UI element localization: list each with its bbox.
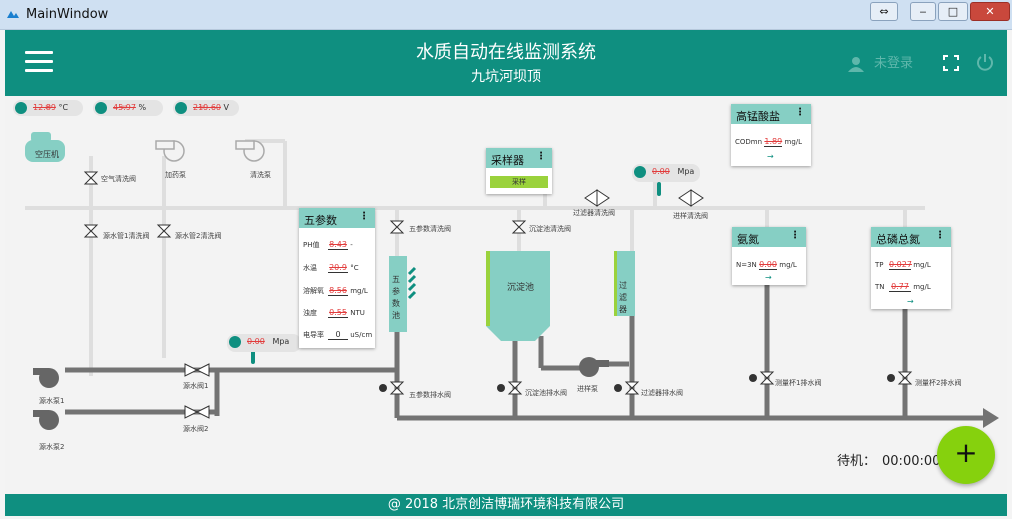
- sampler-status[interactable]: 采样: [490, 176, 548, 188]
- tptn-header: 总磷总氮 ⋮: [871, 227, 951, 247]
- ammonia-title: 氨氮: [737, 233, 759, 246]
- arrow-right-icon[interactable]: →: [767, 152, 774, 161]
- pipe2-valve-label[interactable]: 源水管2清洗阀: [175, 231, 221, 241]
- arrow-right-icon[interactable]: →: [765, 273, 772, 282]
- sample-clean-label[interactable]: 进样清洗阀: [673, 211, 708, 221]
- more-icon[interactable]: ⋮: [536, 151, 546, 162]
- air-valve-label[interactable]: 空气清洗阀: [101, 174, 136, 184]
- five-param-card: 五参数 ⋮ PH值 8.43 - 水温 20.9 °C 溶解氧 8.56 mg/L 浊度…: [299, 208, 375, 348]
- droplet-icon: [95, 102, 107, 114]
- login-button[interactable]: 未登录: [848, 52, 913, 72]
- power-icon[interactable]: [976, 53, 994, 71]
- gauge-icon: [229, 336, 241, 348]
- more-icon[interactable]: ⋮: [935, 230, 945, 241]
- add-button[interactable]: +: [937, 426, 995, 484]
- sediment-drain-label[interactable]: 沉淀池排水阀: [525, 388, 567, 398]
- voltage-chip: 电压 219.60 V: [173, 100, 239, 116]
- sampler-title: 采样器: [491, 154, 524, 167]
- temp-chip: 温度 12.89 °C: [13, 100, 83, 116]
- more-icon[interactable]: ⋮: [790, 230, 800, 241]
- pressure-gauge-1: 0.00 Mpa: [227, 334, 301, 352]
- app-icon: [7, 11, 19, 18]
- gauge-icon: [634, 166, 646, 178]
- permanganate-card: 高锰酸盐 ⋮ CODmn 1.89 mg/L →: [731, 104, 811, 166]
- cup1-drain-label[interactable]: 测量杯1排水阀: [775, 378, 821, 388]
- ammonia-card: 氨氮 ⋮ N=3N 0.00 mg/L →: [732, 227, 806, 285]
- sampler-card: 采样器 ⋮ 采样: [486, 148, 552, 194]
- pressure-gauge-2: 0.00 Mpa: [632, 164, 700, 182]
- login-label: 未登录: [874, 56, 914, 71]
- five-param-row: PH值 8.43 -: [303, 240, 353, 250]
- fullscreen-icon[interactable]: [943, 55, 959, 71]
- tp-row: TP 0.027 mg/L: [875, 260, 931, 270]
- sediment-tank-label: 沉淀池: [507, 283, 535, 293]
- dosing-pump-label: 加药泵: [165, 171, 186, 179]
- five-param-tank-label: 五参数池: [392, 275, 400, 320]
- filter-label: 过滤器: [619, 281, 627, 314]
- src-pump1-label: 源水泵1: [39, 397, 65, 405]
- tptn-title: 总磷总氮: [876, 233, 920, 246]
- bolt-icon: [175, 102, 187, 114]
- filter-clean-label[interactable]: 过滤器清洗阀: [573, 208, 615, 218]
- five-param-row: 溶解氧 8.56 mg/L: [303, 286, 368, 296]
- inlet-pump-label: 进样泵: [577, 385, 598, 393]
- sediment-clean-label[interactable]: 沉淀池清洗阀: [529, 224, 571, 234]
- minimize-button[interactable]: ‒: [910, 2, 936, 21]
- filter-drain-label[interactable]: 过滤器排水阀: [641, 388, 683, 398]
- more-icon[interactable]: ⋮: [795, 107, 805, 118]
- permanganate-title: 高锰酸盐: [736, 110, 780, 123]
- person-icon: [848, 56, 864, 72]
- process-diagram: 温度 12.89 °C 湿度 45.97 % 电压 219.60 V 空压机 加…: [5, 96, 1007, 494]
- permanganate-row: CODmn 1.89 mg/L: [735, 137, 803, 147]
- five-param-title: 五参数: [304, 214, 337, 227]
- sampler-header: 采样器 ⋮: [486, 148, 552, 168]
- app-bar: 水质自动在线监测系统 九坑河坝顶 未登录: [5, 30, 1007, 96]
- permanganate-header: 高锰酸盐 ⋮: [731, 104, 811, 124]
- src-valve2-label[interactable]: 源水阀2: [183, 424, 208, 434]
- window-titlebar: MainWindow ⇔ ‒ □ ✕: [0, 0, 1012, 30]
- five-param-row: 浊度 0.55 NTU: [303, 308, 365, 318]
- humidity-chip: 湿度 45.97 %: [93, 100, 163, 116]
- standby-status: 待机： 00:00:00: [837, 454, 941, 469]
- thermometer-icon: [15, 102, 27, 114]
- ammonia-header: 氨氮 ⋮: [732, 227, 806, 247]
- five-param-row: 电导率 0 uS/cm: [303, 330, 373, 340]
- clean-pump-label: 清洗泵: [250, 171, 271, 179]
- window-title: MainWindow: [26, 7, 109, 22]
- maximize-button[interactable]: □: [938, 2, 968, 21]
- compressor-label: 空压机: [35, 150, 59, 159]
- restore-button[interactable]: ⇔: [870, 2, 898, 21]
- arrow-right-icon[interactable]: →: [907, 297, 914, 306]
- five-param-header: 五参数 ⋮: [299, 208, 375, 228]
- five-param-row: 水温 20.9 °C: [303, 263, 359, 273]
- more-icon[interactable]: ⋮: [359, 211, 369, 222]
- tn-row: TN 0.77 mg/L: [875, 282, 931, 292]
- footer-copyright: @ 2018 北京创洁博瑞环境科技有限公司: [5, 494, 1007, 516]
- five-param-clean-label[interactable]: 五参数清洗阀: [409, 224, 451, 234]
- tptn-card: 总磷总氮 ⋮ TP 0.027 mg/L TN 0.77 mg/L →: [871, 227, 951, 309]
- ammonia-row: N=3N 0.00 mg/L: [736, 260, 797, 270]
- close-button[interactable]: ✕: [970, 2, 1010, 21]
- five-param-drain-label[interactable]: 五参数排水阀: [409, 390, 451, 400]
- src-pump2-label: 源水泵2: [39, 443, 65, 451]
- pipe1-valve-label[interactable]: 源水管1清洗阀: [103, 231, 149, 241]
- cup2-drain-label[interactable]: 测量杯2排水阀: [915, 378, 961, 388]
- src-valve1-label[interactable]: 源水阀1: [183, 381, 208, 391]
